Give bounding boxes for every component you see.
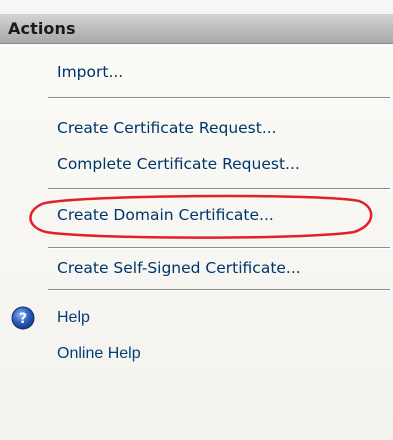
- svg-text:?: ?: [19, 311, 27, 327]
- create-certificate-request-action[interactable]: Create Certificate Request...: [57, 118, 277, 138]
- complete-certificate-request-action[interactable]: Complete Certificate Request...: [57, 154, 300, 174]
- separator: [48, 247, 390, 249]
- separator: [48, 97, 390, 99]
- help-action[interactable]: Help: [57, 308, 90, 328]
- create-domain-certificate-action[interactable]: Create Domain Certificate...: [57, 205, 274, 225]
- actions-panel-header: Actions: [0, 14, 393, 44]
- online-help-action[interactable]: Online Help: [57, 344, 141, 364]
- top-strip: [0, 0, 393, 14]
- import-action[interactable]: Import...: [57, 62, 123, 82]
- separator: [48, 289, 390, 291]
- create-self-signed-certificate-action[interactable]: Create Self-Signed Certificate...: [57, 258, 301, 278]
- help-question-icon: ?: [11, 306, 35, 330]
- separator: [48, 188, 390, 190]
- panel-title: Actions: [8, 19, 76, 38]
